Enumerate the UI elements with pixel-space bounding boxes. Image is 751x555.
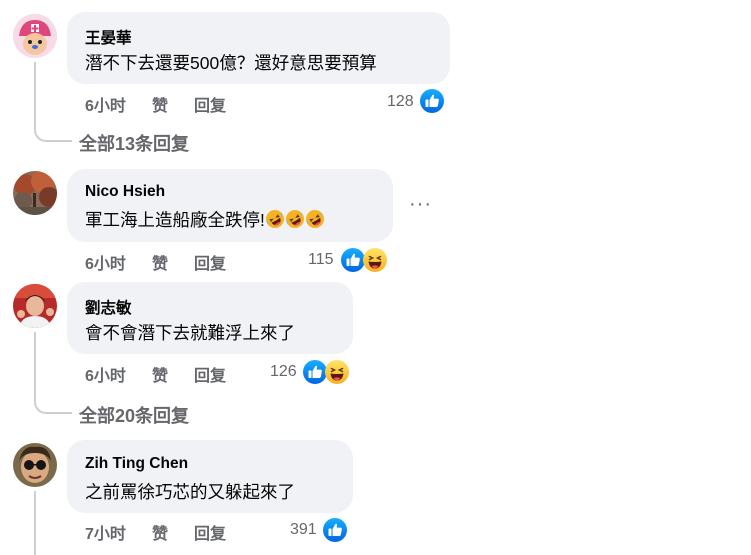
- comment-time[interactable]: 6小时: [85, 250, 126, 274]
- haha-icon[interactable]: [325, 360, 349, 384]
- person-photo-avatar-icon: [13, 284, 57, 328]
- avatar[interactable]: [13, 284, 57, 328]
- reply-button[interactable]: 回复: [194, 92, 226, 116]
- thread-connector: [34, 392, 72, 414]
- thread-connector: [34, 118, 72, 142]
- comment-text: 之前罵徐巧芯的又躲起來了: [85, 482, 295, 502]
- comment-time[interactable]: 6小时: [85, 92, 126, 116]
- comment-text: 軍工海上造船廠全跌停!: [85, 210, 265, 230]
- reaction-count[interactable]: 128: [387, 93, 414, 111]
- autumn-tree-avatar-icon: [13, 171, 57, 215]
- like-button[interactable]: 赞: [152, 92, 168, 116]
- rolling-laughing-emoji-icon: [285, 209, 305, 229]
- reaction-count[interactable]: 391: [290, 521, 317, 539]
- reaction-count[interactable]: 126: [270, 363, 297, 381]
- comment-author[interactable]: 王晏華: [85, 26, 132, 48]
- avatar[interactable]: [13, 443, 57, 487]
- comment-author[interactable]: 劉志敏: [85, 296, 132, 318]
- like-button[interactable]: 赞: [152, 520, 168, 544]
- haha-icon[interactable]: [363, 248, 387, 272]
- reply-button[interactable]: 回复: [194, 362, 226, 386]
- avatar[interactable]: [13, 14, 57, 58]
- thread-line: [34, 62, 36, 126]
- rolling-laughing-emoji-icon: [305, 209, 325, 229]
- like-button[interactable]: 赞: [152, 250, 168, 274]
- reply-button[interactable]: 回复: [194, 250, 226, 274]
- reaction-count[interactable]: 115: [308, 251, 334, 269]
- reply-button[interactable]: 回复: [194, 520, 226, 544]
- like-icon[interactable]: [420, 89, 444, 113]
- comment-author[interactable]: Zih Ting Chen: [85, 455, 188, 473]
- comment-time[interactable]: 6小时: [85, 362, 126, 386]
- view-replies-link[interactable]: 全部13条回复: [79, 130, 189, 156]
- like-icon[interactable]: [303, 360, 327, 384]
- thread-line: [34, 491, 36, 555]
- like-icon[interactable]: [341, 248, 365, 272]
- comment-text-row: 軍工海上造船廠全跌停!: [85, 207, 325, 232]
- like-button[interactable]: 赞: [152, 362, 168, 386]
- comment-text: 潛不下去還要500億？還好意思要預算: [85, 53, 377, 73]
- avatar[interactable]: [13, 171, 57, 215]
- rolling-laughing-emoji-icon: [265, 209, 285, 229]
- chopper-avatar-icon: [13, 14, 57, 58]
- view-replies-link[interactable]: 全部20条回复: [79, 402, 189, 428]
- comment-text: 會不會潛下去就難浮上來了: [85, 323, 295, 343]
- more-options-button[interactable]: ···: [409, 193, 432, 216]
- comment-author[interactable]: Nico Hsieh: [85, 183, 165, 201]
- person-sunglasses-avatar-icon: [13, 443, 57, 487]
- like-icon[interactable]: [323, 518, 347, 542]
- comment-time[interactable]: 7小时: [85, 520, 126, 544]
